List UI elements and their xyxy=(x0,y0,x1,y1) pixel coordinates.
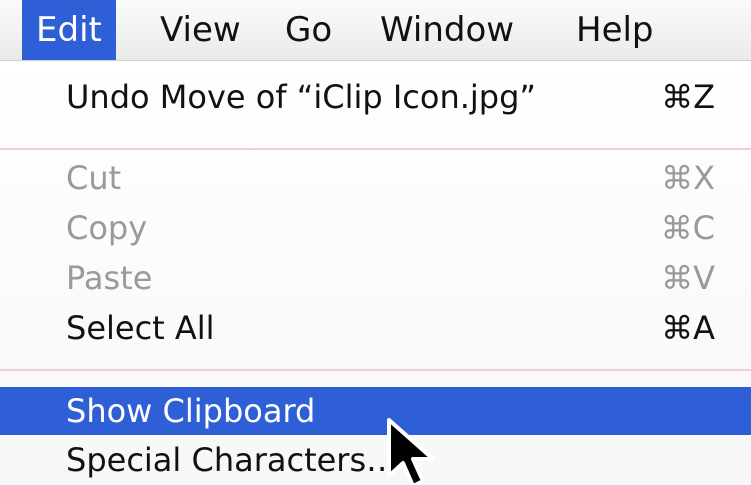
arrow-pointer-icon xyxy=(387,418,435,485)
edit-menu: Undo Move of “iClip Icon.jpg” ⌘Z Cut ⌘X … xyxy=(0,61,751,485)
menu-item-show-clipboard[interactable]: Show Clipboard xyxy=(0,387,751,435)
menu-item-shortcut: ⌘Z xyxy=(661,78,715,116)
menu-item-select-all[interactable]: Select All ⌘A xyxy=(0,304,751,352)
screenshot-root: Edit View Go Window Help Undo Move of “i… xyxy=(0,0,751,485)
menu-item-label: Select All xyxy=(66,309,215,347)
menu-item-label: Special Characters… xyxy=(66,441,399,479)
menu-bar-item-view[interactable]: View xyxy=(160,0,241,60)
menu-item-label: Copy xyxy=(66,209,148,247)
menu-item-label: Paste xyxy=(66,259,153,297)
menu-item-shortcut: ⌘A xyxy=(661,309,715,347)
menu-separator xyxy=(0,148,751,150)
menu-item-shortcut: ⌘V xyxy=(661,259,715,297)
menu-bar-item-window[interactable]: Window xyxy=(380,0,514,60)
menu-bar-item-go[interactable]: Go xyxy=(285,0,332,60)
menu-bar-item-edit[interactable]: Edit xyxy=(22,0,116,60)
menu-item-special-characters[interactable]: Special Characters… xyxy=(0,436,751,484)
menu-separator xyxy=(0,369,751,371)
menu-item-copy[interactable]: Copy ⌘C xyxy=(0,204,751,252)
menu-item-paste[interactable]: Paste ⌘V xyxy=(0,254,751,302)
menu-item-cut[interactable]: Cut ⌘X xyxy=(0,154,751,202)
menu-item-shortcut: ⌘C xyxy=(660,209,715,247)
menu-item-label: Cut xyxy=(66,159,122,197)
menu-bar-item-help[interactable]: Help xyxy=(576,0,654,60)
menu-bar: Edit View Go Window Help xyxy=(0,0,751,61)
menu-item-shortcut: ⌘X xyxy=(661,159,715,197)
menu-item-label: Undo Move of “iClip Icon.jpg” xyxy=(66,78,536,116)
menu-item-undo[interactable]: Undo Move of “iClip Icon.jpg” ⌘Z xyxy=(0,73,751,121)
menu-item-label: Show Clipboard xyxy=(66,392,316,430)
